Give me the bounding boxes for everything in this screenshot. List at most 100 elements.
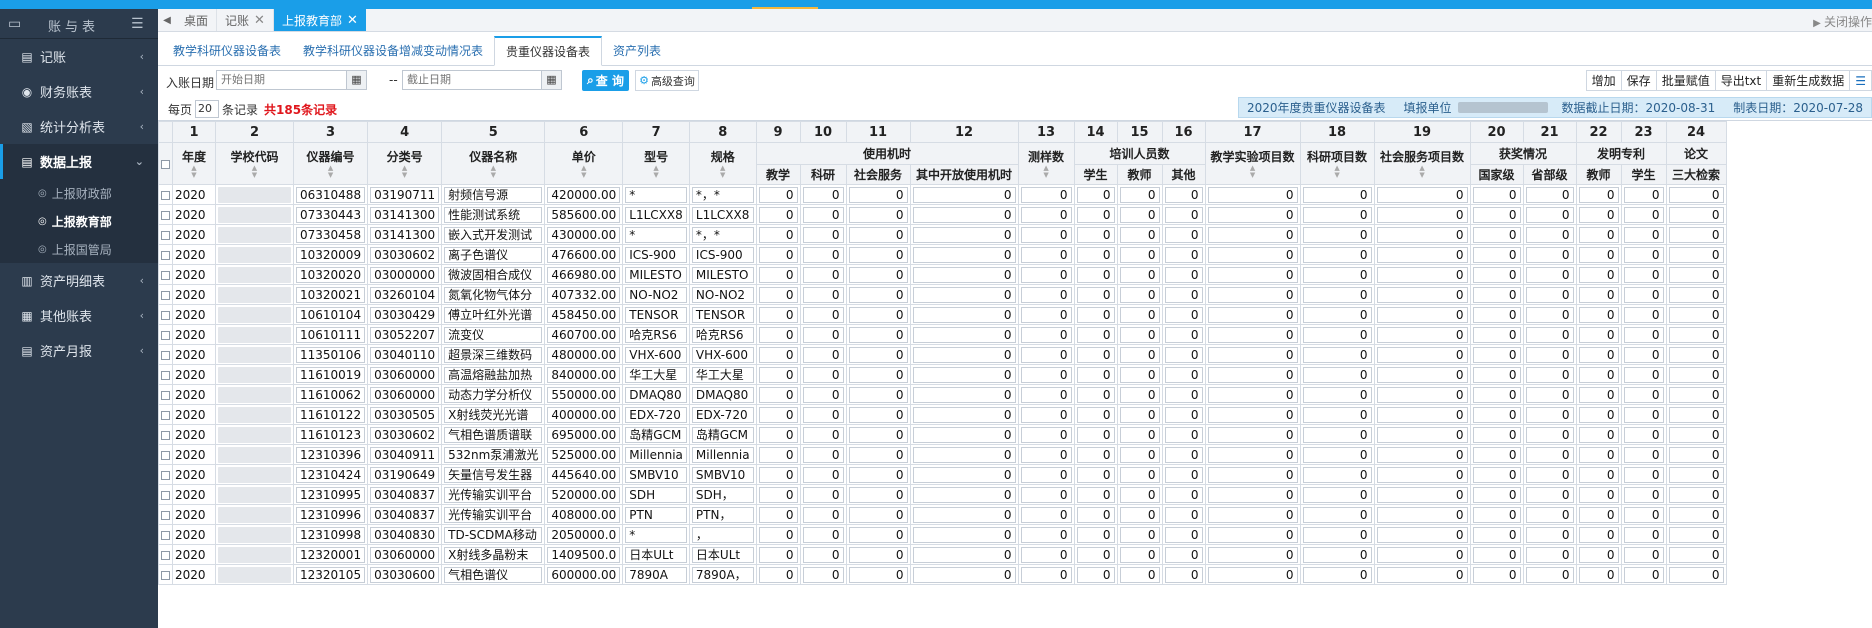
cell-number-input[interactable]: 0 <box>1073 564 1118 585</box>
table-row[interactable]: 2020 11610019 03060000 高温熔融盐加热 840000.00 华工大星… <box>158 364 1727 385</box>
cell-number-input[interactable]: 0 <box>1620 224 1667 245</box>
cell-number-input[interactable]: 0 <box>1299 244 1375 265</box>
cell-number-input[interactable]: 0 <box>1665 504 1727 525</box>
cell-model[interactable]: SDH <box>622 484 690 505</box>
cell-spec[interactable]: 华工大星 <box>688 364 757 385</box>
cell-number-input[interactable]: 0 <box>1522 224 1577 245</box>
cell-number-input[interactable]: 0 <box>1575 184 1622 205</box>
query-button[interactable]: ⌕ 查 询 <box>582 70 629 91</box>
cell-number-input[interactable]: 0 <box>1017 444 1075 465</box>
cell-number-input[interactable]: 0 <box>1522 284 1577 305</box>
cell-number-input[interactable]: 0 <box>1469 244 1524 265</box>
cell-name[interactable]: X射线荧光光谱 <box>441 404 546 425</box>
cell-number-input[interactable]: 0 <box>1204 484 1301 505</box>
advanced-query-button[interactable]: ⚙ 高级查询 <box>635 70 699 91</box>
cell-number-input[interactable]: 0 <box>1522 364 1577 385</box>
calendar-icon[interactable]: ▦ <box>542 70 562 90</box>
cell-number-input[interactable]: 0 <box>1204 264 1301 285</box>
cell-number-input[interactable]: 0 <box>1575 524 1622 545</box>
cell-price[interactable]: 400000.00 <box>544 404 624 425</box>
cell-number-input[interactable]: 0 <box>1017 504 1075 525</box>
cell-class-no[interactable]: 03060000 <box>367 384 443 405</box>
cell-number-input[interactable]: 0 <box>1299 504 1375 525</box>
row-checkbox[interactable] <box>158 384 173 405</box>
cell-name[interactable]: 气相色谱仪 <box>441 564 546 585</box>
row-checkbox[interactable] <box>158 484 173 505</box>
cell-name[interactable]: 光传输实训平台 <box>441 484 546 505</box>
cell-model[interactable]: ICS-900 <box>622 244 690 265</box>
cell-number-input[interactable]: 0 <box>1665 244 1727 265</box>
cell-number-input[interactable]: 0 <box>1116 244 1163 265</box>
cell-number-input[interactable]: 0 <box>909 244 1019 265</box>
cell-number-input[interactable]: 0 <box>1299 464 1375 485</box>
cell-spec[interactable]: DMAQ80 <box>688 384 757 405</box>
cell-number-input[interactable]: 0 <box>755 284 801 305</box>
cell-name[interactable]: 高温熔融盐加热 <box>441 364 546 385</box>
cell-class-no[interactable]: 03141300 <box>367 204 443 225</box>
cell-number-input[interactable]: 0 <box>1299 264 1375 285</box>
cell-number-input[interactable]: 0 <box>1665 424 1727 445</box>
cell-spec[interactable]: 日本ULt <box>688 544 757 565</box>
cell-number-input[interactable]: 0 <box>1575 244 1622 265</box>
cell-number-input[interactable]: 0 <box>1073 444 1118 465</box>
cell-number-input[interactable]: 0 <box>799 324 847 345</box>
cell-number-input[interactable]: 0 <box>799 544 847 565</box>
cell-spec[interactable]: L1LCXX8 <box>688 204 757 225</box>
cell-number-input[interactable]: 0 <box>755 364 801 385</box>
cell-number-input[interactable]: 0 <box>909 324 1019 345</box>
cell-class-no[interactable]: 03052207 <box>367 324 443 345</box>
cell-number-input[interactable]: 0 <box>1161 264 1206 285</box>
cell-number-input[interactable]: 0 <box>1373 524 1471 545</box>
cell-number-input[interactable]: 0 <box>845 344 911 365</box>
cell-number-input[interactable]: 0 <box>755 204 801 225</box>
cell-class-no[interactable]: 03190649 <box>367 464 443 485</box>
cell-number-input[interactable]: 0 <box>1575 364 1622 385</box>
cell-number-input[interactable]: 0 <box>1620 524 1667 545</box>
cell-number-input[interactable]: 0 <box>845 484 911 505</box>
cell-number-input[interactable]: 0 <box>1017 524 1075 545</box>
cell-number-input[interactable]: 0 <box>1204 304 1301 325</box>
cell-number-input[interactable]: 0 <box>1665 344 1727 365</box>
cell-number-input[interactable]: 0 <box>1575 544 1622 565</box>
sidebar-subitem-ggj[interactable]: ◎ 上报国管局 <box>0 235 158 263</box>
cell-number-input[interactable]: 0 <box>1469 324 1524 345</box>
cell-spec[interactable]: 哈克RS6 <box>688 324 757 345</box>
table-row[interactable]: 2020 10320020 03000000 微波固相合成仪 466980.00 MILE… <box>158 264 1727 285</box>
cell-number-input[interactable]: 0 <box>799 344 847 365</box>
start-date-input[interactable] <box>216 70 347 90</box>
cell-number-input[interactable]: 0 <box>755 424 801 445</box>
cell-number-input[interactable]: 0 <box>1116 404 1163 425</box>
cell-model[interactable]: 日本ULt <box>622 544 690 565</box>
cell-number-input[interactable]: 0 <box>1299 544 1375 565</box>
cell-spec[interactable]: ， <box>688 524 757 545</box>
table-row[interactable]: 2020 12320001 03060000 X射线多晶粉末 1409500.0 日本UL… <box>158 544 1727 565</box>
cell-number-input[interactable]: 0 <box>909 184 1019 205</box>
cell-number-input[interactable]: 0 <box>845 464 911 485</box>
sidebar-item-finance[interactable]: ◉ 财务账表 ‹ <box>0 74 158 109</box>
cell-number-input[interactable]: 0 <box>1073 504 1118 525</box>
row-checkbox[interactable] <box>158 224 173 245</box>
cell-number-input[interactable]: 0 <box>1575 324 1622 345</box>
cell-number-input[interactable]: 0 <box>845 204 911 225</box>
row-checkbox[interactable] <box>158 184 173 205</box>
cell-number-input[interactable]: 0 <box>909 364 1019 385</box>
cell-number-input[interactable]: 0 <box>799 384 847 405</box>
cell-device-no[interactable]: 06310488 <box>292 184 369 205</box>
cell-number-input[interactable]: 0 <box>799 524 847 545</box>
menu-collapse-icon[interactable]: ☰ <box>131 16 144 32</box>
cell-number-input[interactable]: 0 <box>1469 184 1524 205</box>
cell-model[interactable]: Millennia <box>622 444 690 465</box>
cell-price[interactable]: 466980.00 <box>544 264 624 285</box>
cell-number-input[interactable]: 0 <box>1116 344 1163 365</box>
cell-number-input[interactable]: 0 <box>1161 484 1206 505</box>
cell-number-input[interactable]: 0 <box>1665 224 1727 245</box>
cell-device-no[interactable]: 11610019 <box>292 364 369 385</box>
cell-number-input[interactable]: 0 <box>1665 404 1727 425</box>
cell-number-input[interactable]: 0 <box>1017 184 1075 205</box>
cell-number-input[interactable]: 0 <box>1373 304 1471 325</box>
cell-class-no[interactable]: 03040837 <box>367 484 443 505</box>
cell-number-input[interactable]: 0 <box>1299 364 1375 385</box>
cell-number-input[interactable]: 0 <box>909 564 1019 585</box>
table-row[interactable]: 2020 10610111 03052207 流变仪 460700.00 哈克RS6 哈克R… <box>158 324 1727 345</box>
col-header-class-no[interactable]: 分类号 ▲ ▼ <box>367 142 443 185</box>
